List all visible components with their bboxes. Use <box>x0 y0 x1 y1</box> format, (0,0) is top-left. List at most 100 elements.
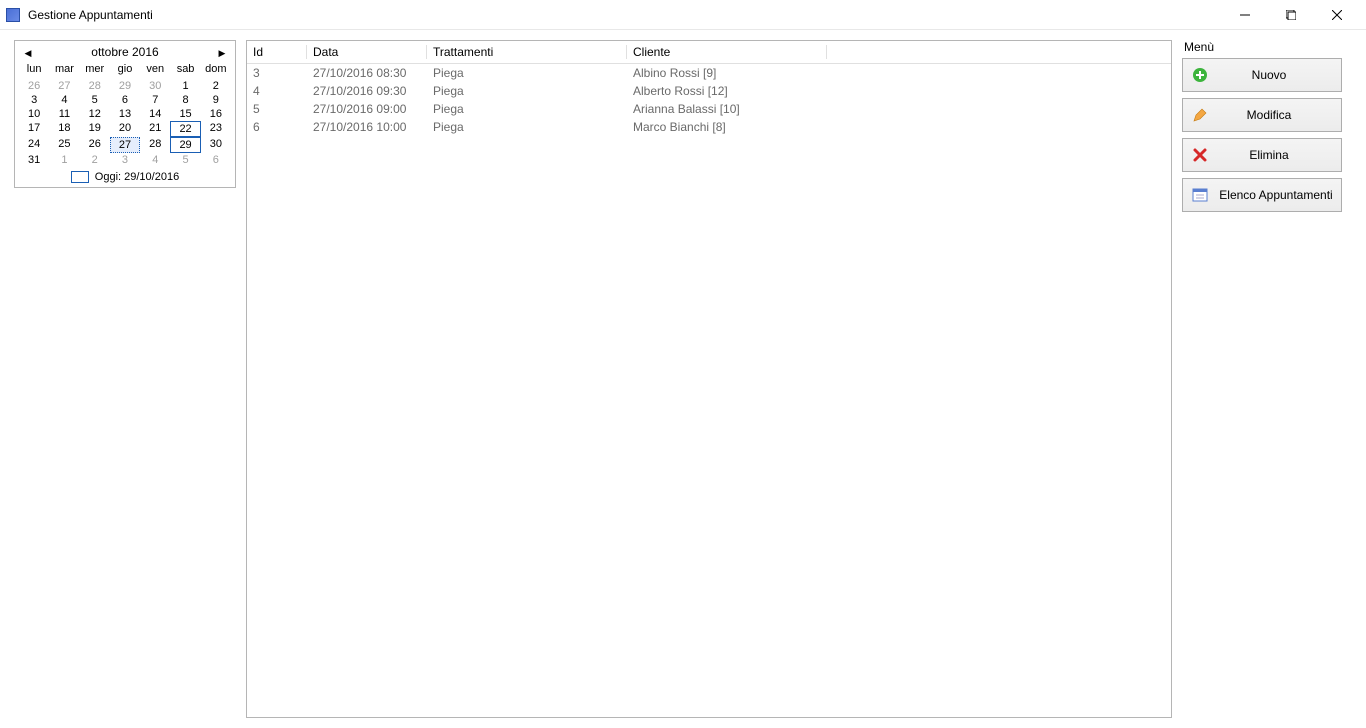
calendar-day[interactable]: 3 <box>19 93 49 107</box>
calendar-day[interactable]: 30 <box>201 137 231 153</box>
cell-cliente: Albino Rossi [9] <box>627 64 827 82</box>
calendar-day[interactable]: 14 <box>140 107 170 121</box>
cell-id: 4 <box>247 82 307 100</box>
delete-button-label: Elimina <box>1205 148 1333 162</box>
cell-id: 3 <box>247 64 307 82</box>
col-cliente[interactable]: Cliente <box>627 41 827 63</box>
table-row[interactable]: 327/10/2016 08:30PiegaAlbino Rossi [9] <box>247 64 1171 82</box>
cell-id: 6 <box>247 118 307 136</box>
calendar-day[interactable]: 16 <box>201 107 231 121</box>
col-id[interactable]: Id <box>247 41 307 63</box>
calendar-day[interactable]: 17 <box>19 121 49 137</box>
calendar-day[interactable]: 29 <box>110 79 140 93</box>
prev-month-button[interactable]: ◀ <box>19 45 37 61</box>
cell-trat: Piega <box>427 64 627 82</box>
cell-data: 27/10/2016 10:00 <box>307 118 427 136</box>
calendar-day[interactable]: 24 <box>19 137 49 153</box>
calendar-day[interactable]: 23 <box>201 121 231 137</box>
col-spacer <box>827 41 1171 63</box>
cell-id: 5 <box>247 100 307 118</box>
cell-cliente: Marco Bianchi [8] <box>627 118 827 136</box>
calendar-day[interactable]: 21 <box>140 121 170 137</box>
calendar-day[interactable]: 3 <box>110 153 140 167</box>
calendar-day[interactable]: 15 <box>170 107 200 121</box>
calendar-dow: lun <box>19 61 49 77</box>
calendar-month-label[interactable]: ottobre 2016 <box>91 45 158 59</box>
calendar-day[interactable]: 7 <box>140 93 170 107</box>
calendar-day[interactable]: 30 <box>140 79 170 93</box>
calendar-day[interactable]: 26 <box>19 79 49 93</box>
calendar-day[interactable]: 13 <box>110 107 140 121</box>
cell-cliente: Arianna Balassi [10] <box>627 100 827 118</box>
calendar-day[interactable]: 6 <box>110 93 140 107</box>
calendar-day[interactable]: 18 <box>49 121 79 137</box>
calendar-day[interactable]: 4 <box>140 153 170 167</box>
calendar-day[interactable]: 2 <box>201 79 231 93</box>
calendar-day[interactable]: 5 <box>80 93 110 107</box>
calendar-icon <box>1191 186 1209 204</box>
calendar-day[interactable]: 1 <box>170 79 200 93</box>
calendar-dow: ven <box>140 61 170 77</box>
calendar-dow: mer <box>80 61 110 77</box>
calendar-day[interactable]: 25 <box>49 137 79 153</box>
calendar-day[interactable]: 2 <box>80 153 110 167</box>
appointments-grid[interactable]: Id Data Trattamenti Cliente 327/10/2016 … <box>246 40 1172 718</box>
cell-data: 27/10/2016 08:30 <box>307 64 427 82</box>
calendar-dow: mar <box>49 61 79 77</box>
cell-trat: Piega <box>427 100 627 118</box>
calendar-day[interactable]: 4 <box>49 93 79 107</box>
calendar-dow: dom <box>201 61 231 77</box>
grid-header: Id Data Trattamenti Cliente <box>247 41 1171 64</box>
cell-cliente: Alberto Rossi [12] <box>627 82 827 100</box>
cell-trat: Piega <box>427 118 627 136</box>
table-row[interactable]: 627/10/2016 10:00PiegaMarco Bianchi [8] <box>247 118 1171 136</box>
maximize-button[interactable] <box>1268 0 1314 30</box>
menu-title: Menù <box>1182 40 1352 58</box>
calendar-day[interactable]: 28 <box>80 79 110 93</box>
calendar[interactable]: ◀ ottobre 2016 ▶ lunmarmergiovensabdom 2… <box>14 40 236 188</box>
col-trattamenti[interactable]: Trattamenti <box>427 41 627 63</box>
calendar-day[interactable]: 8 <box>170 93 200 107</box>
appointments-list-button-label: Elenco Appuntamenti <box>1219 188 1333 202</box>
calendar-day[interactable]: 11 <box>49 107 79 121</box>
calendar-dow: sab <box>170 61 200 77</box>
cell-data: 27/10/2016 09:30 <box>307 82 427 100</box>
new-button-label: Nuovo <box>1205 68 1333 82</box>
col-data[interactable]: Data <box>307 41 427 63</box>
app-icon <box>6 8 20 22</box>
table-row[interactable]: 427/10/2016 09:30PiegaAlberto Rossi [12] <box>247 82 1171 100</box>
delete-button[interactable]: Elimina <box>1182 138 1342 172</box>
table-row[interactable]: 527/10/2016 09:00PiegaArianna Balassi [1… <box>247 100 1171 118</box>
calendar-day[interactable]: 22 <box>170 121 200 137</box>
window-title: Gestione Appuntamenti <box>28 8 153 22</box>
calendar-day[interactable]: 27 <box>110 137 140 153</box>
calendar-day[interactable]: 31 <box>19 153 49 167</box>
edit-button-label: Modifica <box>1205 108 1333 122</box>
close-button[interactable] <box>1314 0 1360 30</box>
calendar-day[interactable]: 10 <box>19 107 49 121</box>
calendar-day[interactable]: 28 <box>140 137 170 153</box>
calendar-day[interactable]: 6 <box>201 153 231 167</box>
appointments-list-button[interactable]: Elenco Appuntamenti <box>1182 178 1342 212</box>
calendar-day[interactable]: 9 <box>201 93 231 107</box>
menu-panel: Menù Nuovo Modifica Elimina Elenco Appun… <box>1182 40 1352 718</box>
today-label: Oggi: 29/10/2016 <box>95 171 179 183</box>
calendar-day[interactable]: 12 <box>80 107 110 121</box>
calendar-day[interactable]: 20 <box>110 121 140 137</box>
new-button[interactable]: Nuovo <box>1182 58 1342 92</box>
calendar-day[interactable]: 1 <box>49 153 79 167</box>
cell-trat: Piega <box>427 82 627 100</box>
calendar-today-link[interactable]: Oggi: 29/10/2016 <box>15 169 235 187</box>
calendar-day[interactable]: 27 <box>49 79 79 93</box>
calendar-dow: gio <box>110 61 140 77</box>
cell-data: 27/10/2016 09:00 <box>307 100 427 118</box>
calendar-day[interactable]: 5 <box>170 153 200 167</box>
edit-button[interactable]: Modifica <box>1182 98 1342 132</box>
titlebar: Gestione Appuntamenti <box>0 0 1366 30</box>
calendar-day[interactable]: 26 <box>80 137 110 153</box>
calendar-day[interactable]: 19 <box>80 121 110 137</box>
calendar-day[interactable]: 29 <box>170 137 200 153</box>
next-month-button[interactable]: ▶ <box>213 45 231 61</box>
today-indicator-icon <box>71 171 89 183</box>
minimize-button[interactable] <box>1222 0 1268 30</box>
